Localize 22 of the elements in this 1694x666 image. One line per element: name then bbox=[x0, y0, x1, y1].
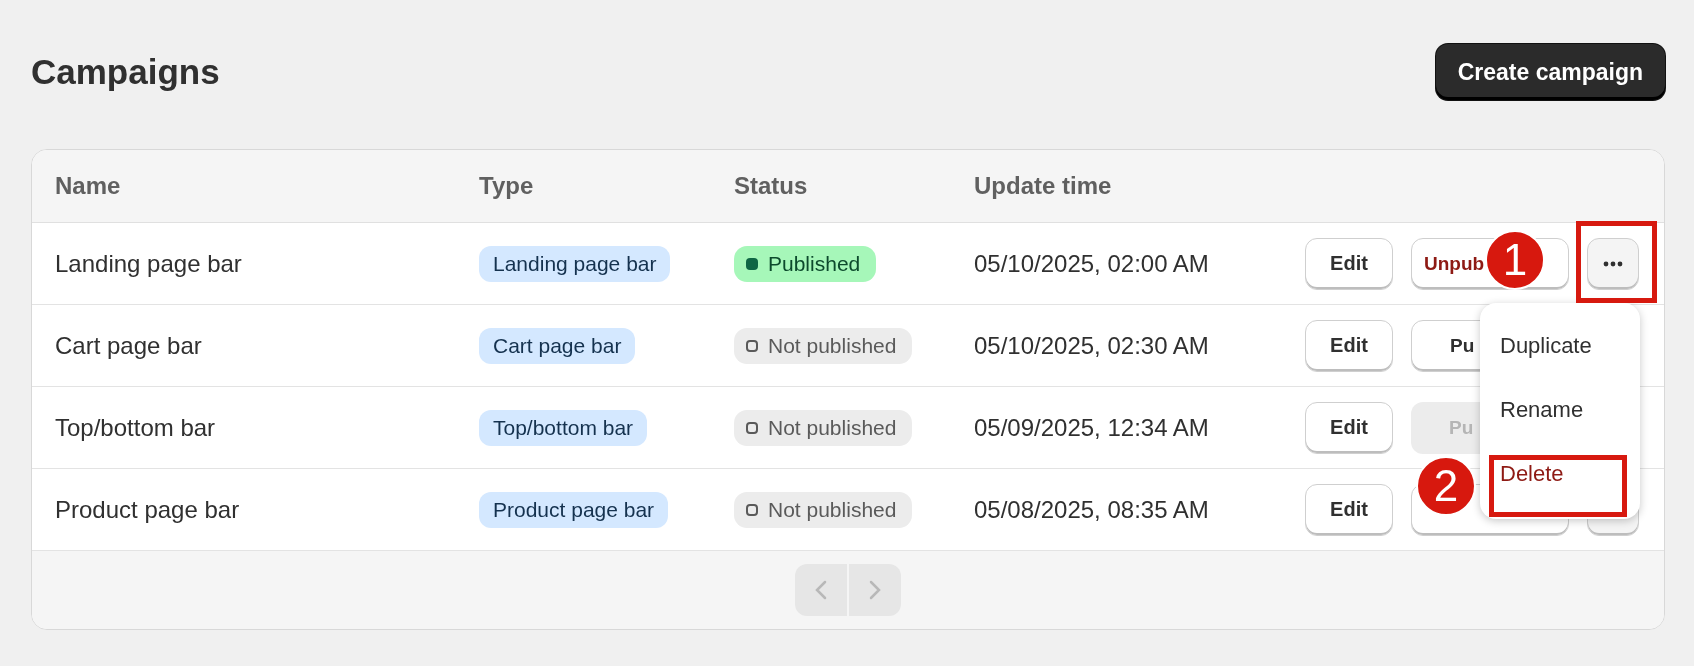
column-header: Type bbox=[479, 172, 535, 200]
update-time: 05/08/2025, 08:35 AM bbox=[974, 495, 1210, 524]
type-tag: Top/bottom bar bbox=[479, 409, 648, 446]
type-tag: Cart page bar bbox=[479, 327, 636, 364]
campaign-name: Product page bar bbox=[55, 495, 241, 524]
status-tag: Not published bbox=[734, 491, 913, 528]
column-header: Update time bbox=[974, 172, 1113, 200]
update-time: 05/10/2025, 02:30 AM bbox=[974, 331, 1210, 360]
campaign-name: Top/bottom bar bbox=[55, 413, 217, 442]
update-time: 05/09/2025, 12:34 AM bbox=[974, 413, 1210, 442]
update-time: 05/10/2025, 02:00 AM bbox=[974, 249, 1210, 278]
column-header: Status bbox=[734, 172, 809, 200]
page-title: Campaigns bbox=[31, 52, 220, 92]
status-tag: Not published bbox=[734, 327, 913, 364]
status-tag: Not published bbox=[734, 409, 913, 446]
status-tag: Published bbox=[734, 245, 877, 282]
campaign-name: Landing page bar bbox=[55, 249, 243, 278]
campaign-name: Cart page bar bbox=[55, 331, 203, 360]
column-header: Name bbox=[55, 172, 122, 200]
type-tag: Product page bar bbox=[479, 491, 669, 528]
type-tag: Landing page bar bbox=[479, 245, 671, 282]
step-marker: 2 bbox=[1416, 456, 1476, 516]
